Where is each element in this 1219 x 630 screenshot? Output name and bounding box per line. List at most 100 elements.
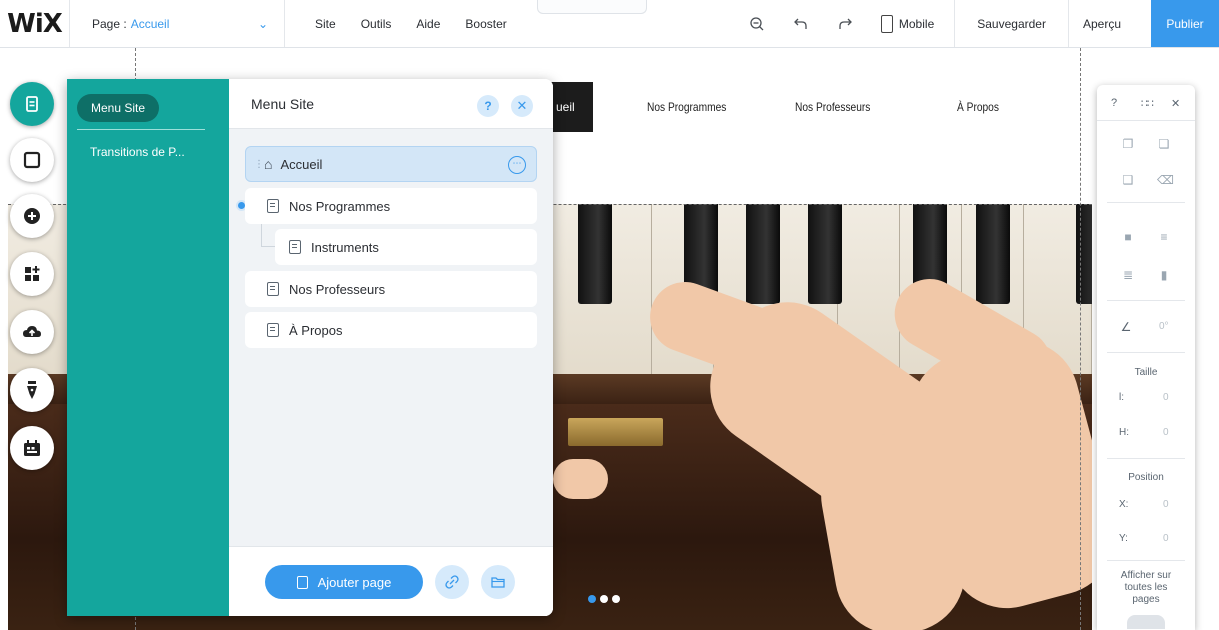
child-hand <box>553 459 608 499</box>
piano-black-key <box>1076 204 1092 304</box>
pages-menu-button[interactable] <box>10 82 54 126</box>
page-selector-value: Accueil <box>130 16 170 31</box>
height-input[interactable]: 0 <box>1163 427 1169 438</box>
page-item-label: Nos Programmes <box>289 198 391 214</box>
add-link-button[interactable] <box>435 565 469 599</box>
toolbar-divider <box>1107 560 1185 561</box>
panel-nav-transitions[interactable]: Transitions de P... <box>90 145 185 159</box>
piano-black-key <box>578 204 612 304</box>
publish-button[interactable]: Publier <box>1151 0 1219 47</box>
page-item-nos-programmes[interactable]: Nos Programmes <box>245 188 537 224</box>
x-label: X: <box>1119 499 1129 510</box>
home-icon: ⌂ <box>264 156 273 172</box>
blog-button[interactable] <box>10 368 54 412</box>
x-input[interactable]: 0 <box>1163 499 1169 510</box>
mobile-label: Mobile <box>898 16 935 31</box>
add-apps-button[interactable] <box>10 252 54 296</box>
menu-aide[interactable]: Aide <box>416 17 440 31</box>
panel-nav-menu-site[interactable]: Menu Site <box>77 94 160 122</box>
undo-icon[interactable] <box>779 0 823 47</box>
pages-panel-nav: Menu Site Transitions de P... <box>67 79 229 616</box>
copy-icon[interactable]: ❐ <box>1121 137 1135 151</box>
delete-icon[interactable]: ⌫ <box>1157 173 1174 187</box>
mobile-view-button[interactable]: Mobile <box>867 0 956 47</box>
page-icon <box>289 240 301 254</box>
add-page-button[interactable]: Ajouter page <box>265 565 423 599</box>
add-folder-button[interactable] <box>481 565 515 599</box>
pages-panel: Menu Site Transitions de P... Menu Site … <box>67 79 553 616</box>
menu-site[interactable]: Site <box>315 17 336 31</box>
background-icon <box>23 151 41 169</box>
subpage-connector <box>261 224 275 247</box>
piano-black-key <box>976 204 1010 304</box>
page-item-nos-professeurs[interactable]: Nos Professeurs <box>245 271 537 307</box>
page-icon <box>267 282 279 296</box>
pages-panel-content: Menu Site ? ✕ ⋮ ⌂ Accueil ⋯ Nos Programm… <box>229 79 553 616</box>
menu-outils[interactable]: Outils <box>361 17 392 31</box>
width-input[interactable]: 0 <box>1163 392 1169 403</box>
duplicate-icon[interactable]: ❑ <box>1121 173 1135 187</box>
redo-icon[interactable] <box>823 0 867 47</box>
distribute-icon[interactable]: ≣ <box>1121 268 1135 282</box>
page-icon <box>267 323 279 337</box>
piano-black-key <box>746 204 780 304</box>
bookings-icon <box>24 440 40 456</box>
upload-media-button[interactable] <box>10 310 54 354</box>
align-icon[interactable]: ≡ <box>1157 230 1171 244</box>
zoom-out-icon[interactable] <box>735 0 779 47</box>
properties-toolbar: ? ∷∷ ✕ ❐ ❏ ❑ ⌫ ■ ≡ ≣ ▮ ∠ 0° Taille l: 0 … <box>1097 85 1195 630</box>
drag-handle-icon[interactable]: ∷∷ <box>1141 97 1154 110</box>
slide-dot[interactable] <box>600 595 608 603</box>
close-icon[interactable]: ✕ <box>511 95 533 117</box>
apps-icon <box>25 266 40 281</box>
mobile-phone-icon <box>880 14 893 33</box>
site-nav-a-propos[interactable]: À Propos <box>957 82 999 132</box>
width-label: l: <box>1119 392 1124 403</box>
drag-handle-icon[interactable]: ⋮ <box>254 159 264 170</box>
slide-dot[interactable] <box>588 595 596 603</box>
wix-logo[interactable]: WiX <box>0 0 70 47</box>
page-item-instruments[interactable]: Instruments <box>275 229 537 265</box>
upload-icon <box>23 326 41 337</box>
page-item-label: À Propos <box>289 322 343 338</box>
paste-icon[interactable]: ❏ <box>1157 137 1171 151</box>
pages-panel-title: Menu Site <box>251 96 315 112</box>
site-nav-professeurs[interactable]: Nos Professeurs <box>795 82 870 132</box>
page-selector[interactable]: Page : Accueil ⌄ <box>70 0 285 47</box>
rotation-value[interactable]: 0° <box>1159 321 1169 332</box>
add-page-icon <box>296 575 308 589</box>
add-elements-button[interactable] <box>10 194 54 238</box>
preview-button[interactable]: Aperçu <box>1069 0 1151 47</box>
toolbar-divider <box>1107 352 1185 353</box>
background-button[interactable] <box>10 138 54 182</box>
arrange-icon[interactable]: ■ <box>1121 230 1135 244</box>
chevron-down-icon: ⌄ <box>257 16 268 31</box>
right-gridline <box>1080 48 1081 630</box>
match-size-icon[interactable]: ▮ <box>1157 268 1171 282</box>
y-label: Y: <box>1119 533 1128 544</box>
toolbar-divider <box>1107 202 1185 203</box>
y-input[interactable]: 0 <box>1163 533 1169 544</box>
notification-tab[interactable] <box>536 0 647 14</box>
slideshow-dots[interactable] <box>588 595 620 603</box>
slide-dot[interactable] <box>612 595 620 603</box>
site-nav-programmes[interactable]: Nos Programmes <box>647 82 726 132</box>
close-icon[interactable]: ✕ <box>1171 97 1180 110</box>
menu-booster[interactable]: Booster <box>465 17 506 31</box>
save-button[interactable]: Sauvegarder <box>955 0 1069 47</box>
more-options-icon[interactable]: ⋯ <box>508 156 526 174</box>
show-on-all-pages-toggle[interactable] <box>1127 615 1165 629</box>
add-icon <box>24 208 40 224</box>
toolbar-divider <box>1107 300 1185 301</box>
page-item-a-propos[interactable]: À Propos <box>245 312 537 348</box>
help-icon[interactable]: ? <box>477 95 499 117</box>
page-item-accueil[interactable]: ⋮ ⌂ Accueil ⋯ <box>245 146 537 182</box>
page-item-label: Nos Professeurs <box>289 281 386 297</box>
piano-brass-plate <box>568 418 663 446</box>
bookings-button[interactable] <box>10 426 54 470</box>
help-icon[interactable]: ? <box>1111 97 1117 109</box>
page-item-label: Instruments <box>311 239 379 255</box>
panel-nav-divider <box>77 129 205 130</box>
rotate-icon[interactable]: ∠ <box>1119 320 1133 334</box>
top-bar-spacer <box>532 0 735 47</box>
